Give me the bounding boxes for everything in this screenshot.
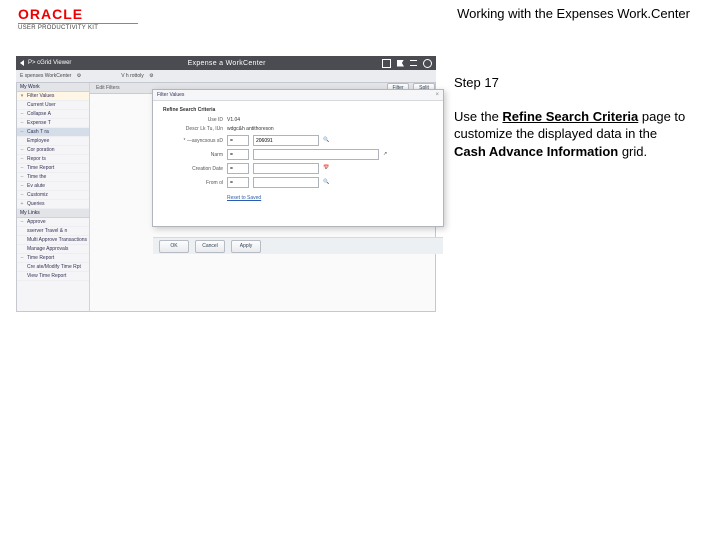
sidebar-item[interactable]: View Time Report: [17, 272, 89, 281]
sidebar-item[interactable]: –Time the: [17, 173, 89, 182]
sidebar-item[interactable]: ▾Filter Values: [17, 92, 89, 101]
breadcrumb-bar: E xpenses WorkCenter ⚙ V h rottoly ⚙: [16, 70, 436, 83]
sidebar-item[interactable]: –Time Report: [17, 254, 89, 263]
back-icon[interactable]: [20, 60, 24, 66]
sidebar-item[interactable]: –Customiz: [17, 191, 89, 200]
sidebar-item[interactable]: –Cor poration: [17, 146, 89, 155]
sidebar-item[interactable]: –Collapse A: [17, 110, 89, 119]
field-value: wdgc&h antithoreson: [227, 126, 274, 132]
field-label: Use ID: [163, 117, 223, 123]
sidebar-item[interactable]: –Approve: [17, 218, 89, 227]
lookup-icon[interactable]: 🔍: [323, 179, 331, 187]
field-label: Descr Lk Tu, IUn: [163, 126, 223, 132]
apply-button[interactable]: Apply: [231, 240, 261, 253]
app-titlebar: P> cGrid Viewer Expense a WorkCenter: [16, 56, 436, 70]
sidebar-item[interactable]: sserver Travel & n: [17, 227, 89, 236]
calendar-icon[interactable]: 📅: [323, 165, 331, 173]
brand: ORACLE USER PRODUCTIVITY KIT: [18, 6, 138, 31]
operator-select[interactable]: [227, 149, 249, 160]
page-title: Working with the Expenses Work.Center: [457, 6, 720, 21]
cancel-button[interactable]: Cancel: [195, 240, 225, 253]
sidebar-item[interactable]: Multi Approve Transactions: [17, 236, 89, 245]
value-input[interactable]: [253, 177, 319, 188]
sidebar-section-mywork[interactable]: My Work: [17, 83, 89, 92]
sidebar-item[interactable]: Current User: [17, 101, 89, 110]
field-label: Creation Date: [163, 166, 223, 172]
sidebar-section-links[interactable]: My Links: [17, 209, 89, 218]
app-screenshot: P> cGrid Viewer Expense a WorkCenter E x…: [16, 56, 436, 530]
sidebar: My Work ▾Filter Values Current User –Col…: [17, 83, 90, 311]
gear-icon[interactable]: ⚙: [149, 73, 153, 79]
sidebar-item[interactable]: +Queries: [17, 200, 89, 209]
sidebar-item[interactable]: Cre ate/Modify Time Rpt: [17, 263, 89, 272]
sidebar-item[interactable]: –Repor ts: [17, 155, 89, 164]
app-title: Expense a WorkCenter: [75, 60, 378, 67]
value-input[interactable]: [253, 135, 319, 146]
breadcrumb-right[interactable]: V h rottoly: [121, 73, 144, 79]
sidebar-item[interactable]: –Cash T ra: [17, 128, 89, 137]
vendor-logo: ORACLE: [18, 6, 138, 24]
main-panel: Edit Filters Filter Split 1 to 1 of 1 Fi…: [90, 83, 435, 311]
field-label: From ol: [163, 180, 223, 186]
menu-icon[interactable]: [410, 60, 417, 66]
operator-select[interactable]: [227, 135, 249, 146]
reset-link[interactable]: Reset to Saved: [227, 195, 261, 201]
link-icon[interactable]: ↗: [383, 151, 391, 159]
tab-edit-filters[interactable]: Edit Filters: [96, 85, 120, 91]
home-icon[interactable]: [382, 59, 391, 68]
lookup-icon[interactable]: 🔍: [323, 137, 331, 145]
modal-title: Filter Values: [157, 92, 184, 98]
gear-icon[interactable]: [423, 59, 432, 68]
step-label: Step 17: [454, 74, 690, 92]
sidebar-item[interactable]: –Time Report: [17, 164, 89, 173]
sidebar-item[interactable]: Employee: [17, 137, 89, 146]
field-label: * —asyncsous sD: [163, 138, 223, 144]
flag-icon[interactable]: [397, 60, 404, 67]
sidebar-item[interactable]: Manage Approvals: [17, 245, 89, 254]
product-name: USER PRODUCTIVITY KIT: [18, 25, 138, 31]
operator-select[interactable]: [227, 177, 249, 188]
operator-select[interactable]: [227, 163, 249, 174]
viewer-label: P> cGrid Viewer: [28, 60, 71, 66]
instruction-panel: Step 17 Use the Refine Search Criteria p…: [446, 56, 716, 530]
gear-icon[interactable]: ⚙: [77, 73, 81, 79]
instruction-text: Use the Refine Search Criteria page to c…: [454, 108, 690, 161]
sidebar-item[interactable]: –Ev alute: [17, 182, 89, 191]
ok-button[interactable]: OK: [159, 240, 189, 253]
field-value: V1.04: [227, 117, 240, 123]
modal-heading: Refine Search Criteria: [163, 107, 433, 113]
field-label: Narm: [163, 152, 223, 158]
value-input[interactable]: [253, 163, 319, 174]
sidebar-item[interactable]: –Expense T: [17, 119, 89, 128]
value-input[interactable]: [253, 149, 379, 160]
close-icon[interactable]: ×: [435, 92, 439, 98]
breadcrumb-left[interactable]: E xpenses WorkCenter: [20, 73, 71, 79]
refine-search-modal: Filter Values × Refine Search Criteria U…: [152, 89, 444, 227]
